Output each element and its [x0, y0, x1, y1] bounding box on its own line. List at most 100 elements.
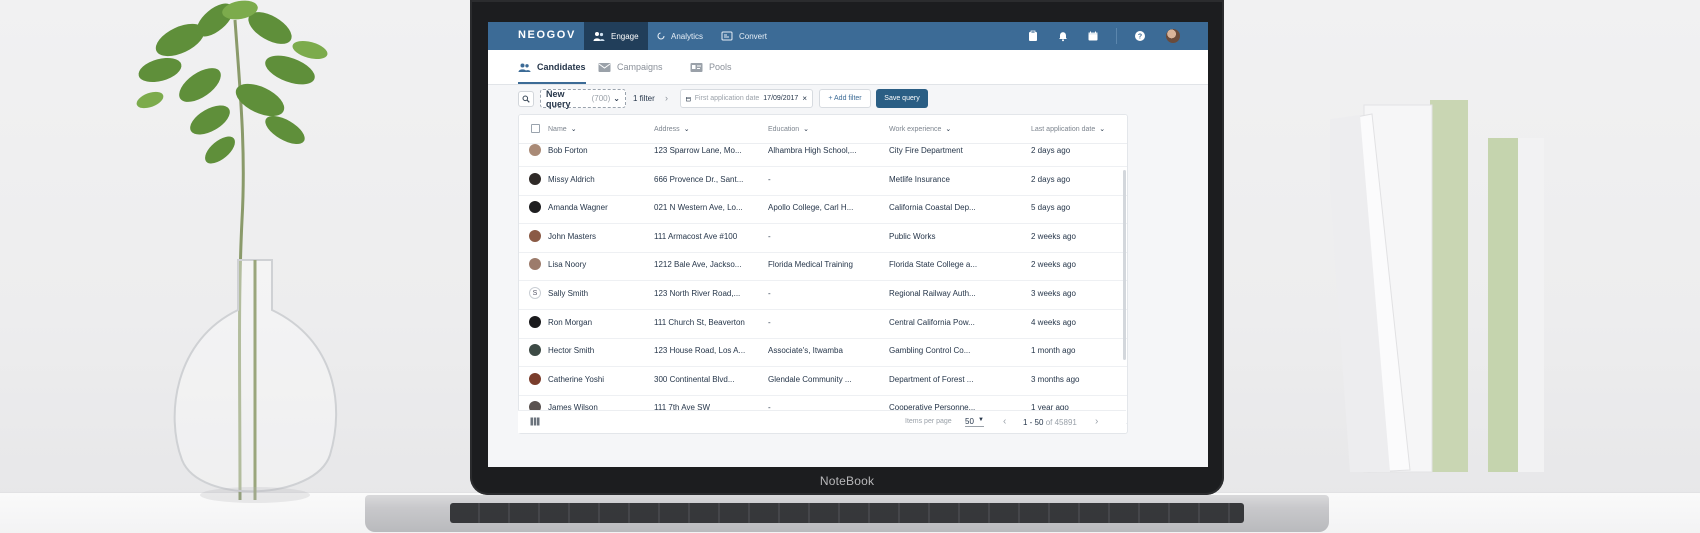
add-filter-button[interactable]: + Add filter	[819, 89, 871, 108]
table-row[interactable]: Catherine Yoshi 300 Continental Blvd... Gl…	[519, 366, 1127, 396]
cell-name[interactable]: John Masters	[548, 232, 596, 241]
cell-work: California Coastal Dep...	[889, 203, 976, 213]
table-row[interactable]: Lisa Noory 1212 Bale Ave, Jackso... Florid…	[519, 251, 1127, 282]
cell-education: Associate's, Itwamba	[768, 346, 843, 356]
tab-pools-label: Pools	[709, 62, 732, 72]
cell-date: 4 weeks ago	[1031, 317, 1076, 327]
table-scrollbar[interactable]	[1123, 170, 1126, 360]
cell-date: 1 month ago	[1031, 346, 1076, 356]
cell-work: Gambling Control Co...	[889, 346, 971, 356]
cell-name[interactable]: Missy Aldrich	[548, 175, 595, 184]
people-icon	[518, 63, 531, 72]
cell-name[interactable]: Ron Morgan	[548, 318, 592, 327]
cell-date: 2 days ago	[1031, 174, 1071, 184]
nav-engage-label: Engage	[611, 31, 639, 41]
column-address-label: Address	[654, 125, 680, 133]
cell-work: Central California Pow...	[889, 317, 975, 327]
cell-date: 2 weeks ago	[1031, 260, 1076, 270]
cell-name[interactable]: Amanda Wagner	[548, 203, 608, 212]
table-row[interactable]: John Masters 111 Armacost Ave #100 - Public…	[519, 223, 1127, 253]
select-all-checkbox[interactable]	[531, 124, 540, 133]
column-header-name[interactable]: Name ⌄	[548, 125, 577, 134]
nav-analytics[interactable]: Analytics	[648, 22, 712, 50]
cell-name[interactable]: Sally Smith	[548, 289, 588, 298]
search-icon	[522, 95, 530, 103]
app-screen: NEOGOV Engage Analytics Convert ? Candid…	[488, 22, 1208, 467]
save-query-button[interactable]: Save query	[876, 89, 928, 108]
cell-name[interactable]: Lisa Noory	[548, 260, 586, 269]
columns-icon[interactable]	[530, 417, 540, 426]
cell-education: Glendale Community ...	[768, 374, 852, 384]
cell-work: Regional Railway Auth...	[889, 289, 976, 298]
cell-work: Public Works	[889, 231, 936, 241]
table-row[interactable]: Hector Smith 123 House Road, Los A... Asso…	[519, 337, 1127, 368]
table-row[interactable]: Ron Morgan 111 Church St, Beaverton - Centr…	[519, 309, 1127, 339]
column-header-address[interactable]: Address ⌄	[654, 125, 690, 134]
cell-address: 111 Armacost Ave #100	[654, 231, 738, 241]
cell-education: Alhambra High School,...	[768, 146, 857, 155]
column-header-work-experience[interactable]: Work experience ⌄	[889, 125, 952, 134]
candidate-avatar	[529, 344, 541, 357]
cell-name[interactable]: Catherine Yoshi	[548, 375, 604, 384]
id-card-icon	[690, 62, 703, 72]
nav-engage[interactable]: Engage	[584, 22, 648, 50]
brand-logo[interactable]: NEOGOV	[518, 29, 576, 41]
device-label: NoteBook	[819, 474, 875, 488]
filter-bar: New query (700) ⌄ 1 filter › First appli…	[488, 84, 1208, 114]
next-page-button[interactable]: ›	[1095, 416, 1098, 427]
tab-candidates[interactable]: Candidates	[518, 50, 586, 84]
svg-text:?: ?	[1138, 34, 1142, 41]
table-row[interactable]: S Sally Smith 123 North River Road,... - Reg…	[519, 280, 1127, 310]
chevron-down-icon: ⌄	[803, 126, 810, 133]
table-header: Name ⌄ Address ⌄ Education ⌄ Work experienc…	[519, 115, 1127, 144]
nav-convert-label: Convert	[738, 31, 767, 41]
close-icon[interactable]: ×	[802, 94, 807, 103]
column-header-education[interactable]: Education ⌄	[768, 125, 810, 134]
column-name-label: Name	[548, 125, 567, 133]
chevron-right-icon[interactable]: ›	[665, 93, 668, 103]
filter-chip-application-date[interactable]: First application date 17/09/2017 ×	[680, 89, 813, 108]
filter-count[interactable]: 1 filter	[633, 94, 655, 103]
query-select[interactable]: New query (700) ⌄	[540, 89, 626, 109]
cell-address: 300 Continental Blvd...	[654, 374, 735, 384]
cell-address: 666 Provence Dr., Sant...	[654, 174, 744, 184]
tab-campaigns-label: Campaigns	[617, 62, 663, 72]
caret-down-icon: ▼	[978, 417, 984, 423]
candidates-table: Bob Forton 123 Sparrow Lane, Mo... Alhambr…	[518, 114, 1128, 434]
tab-campaigns[interactable]: Campaigns	[598, 50, 663, 84]
candidate-avatar: S	[529, 287, 541, 299]
chevron-down-icon: ⌄	[945, 126, 952, 133]
items-per-page-label: Items per page	[905, 418, 952, 425]
glass-vase	[173, 259, 338, 503]
convert-icon	[721, 31, 733, 41]
filter-chip-label: First application date	[694, 95, 760, 102]
mail-icon	[598, 62, 611, 72]
bell-icon[interactable]	[1057, 30, 1069, 42]
cell-name[interactable]: Bob Forton	[548, 146, 588, 155]
cell-date: 2 weeks ago	[1031, 231, 1076, 241]
query-count: (700)	[591, 94, 611, 103]
sub-navigation: Candidates Campaigns Pools	[488, 50, 1208, 85]
tab-pools[interactable]: Pools	[690, 50, 732, 84]
chevron-down-icon: ⌄	[570, 126, 577, 133]
page-range: 1 - 50 of 45891	[1023, 418, 1077, 427]
calendar-icon[interactable]	[1087, 30, 1099, 42]
candidate-avatar	[529, 315, 541, 328]
table-row[interactable]: Missy Aldrich 666 Provence Dr., Sant... - M…	[519, 166, 1127, 196]
user-avatar[interactable]	[1166, 29, 1180, 43]
cell-address: 1212 Bale Ave, Jackso...	[654, 260, 742, 270]
clipboard-icon[interactable]	[1027, 30, 1039, 42]
nav-convert[interactable]: Convert	[712, 22, 776, 50]
search-button[interactable]	[518, 91, 534, 107]
table-row[interactable]: Amanda Wagner 021 N Western Ave, Lo... Apo…	[519, 194, 1127, 225]
cell-date: 5 days ago	[1031, 203, 1071, 213]
cell-name[interactable]: Hector Smith	[548, 346, 594, 355]
previous-page-button[interactable]: ‹	[1003, 416, 1006, 427]
help-icon[interactable]: ?	[1134, 30, 1146, 42]
column-header-last-application-date[interactable]: Last application date ⌄	[1031, 125, 1105, 134]
cell-education: -	[768, 231, 771, 241]
cell-address: 123 House Road, Los A...	[654, 346, 746, 356]
calendar-icon	[686, 96, 691, 101]
candidate-avatar	[529, 172, 541, 185]
chevron-down-icon: ⌄	[613, 94, 620, 103]
